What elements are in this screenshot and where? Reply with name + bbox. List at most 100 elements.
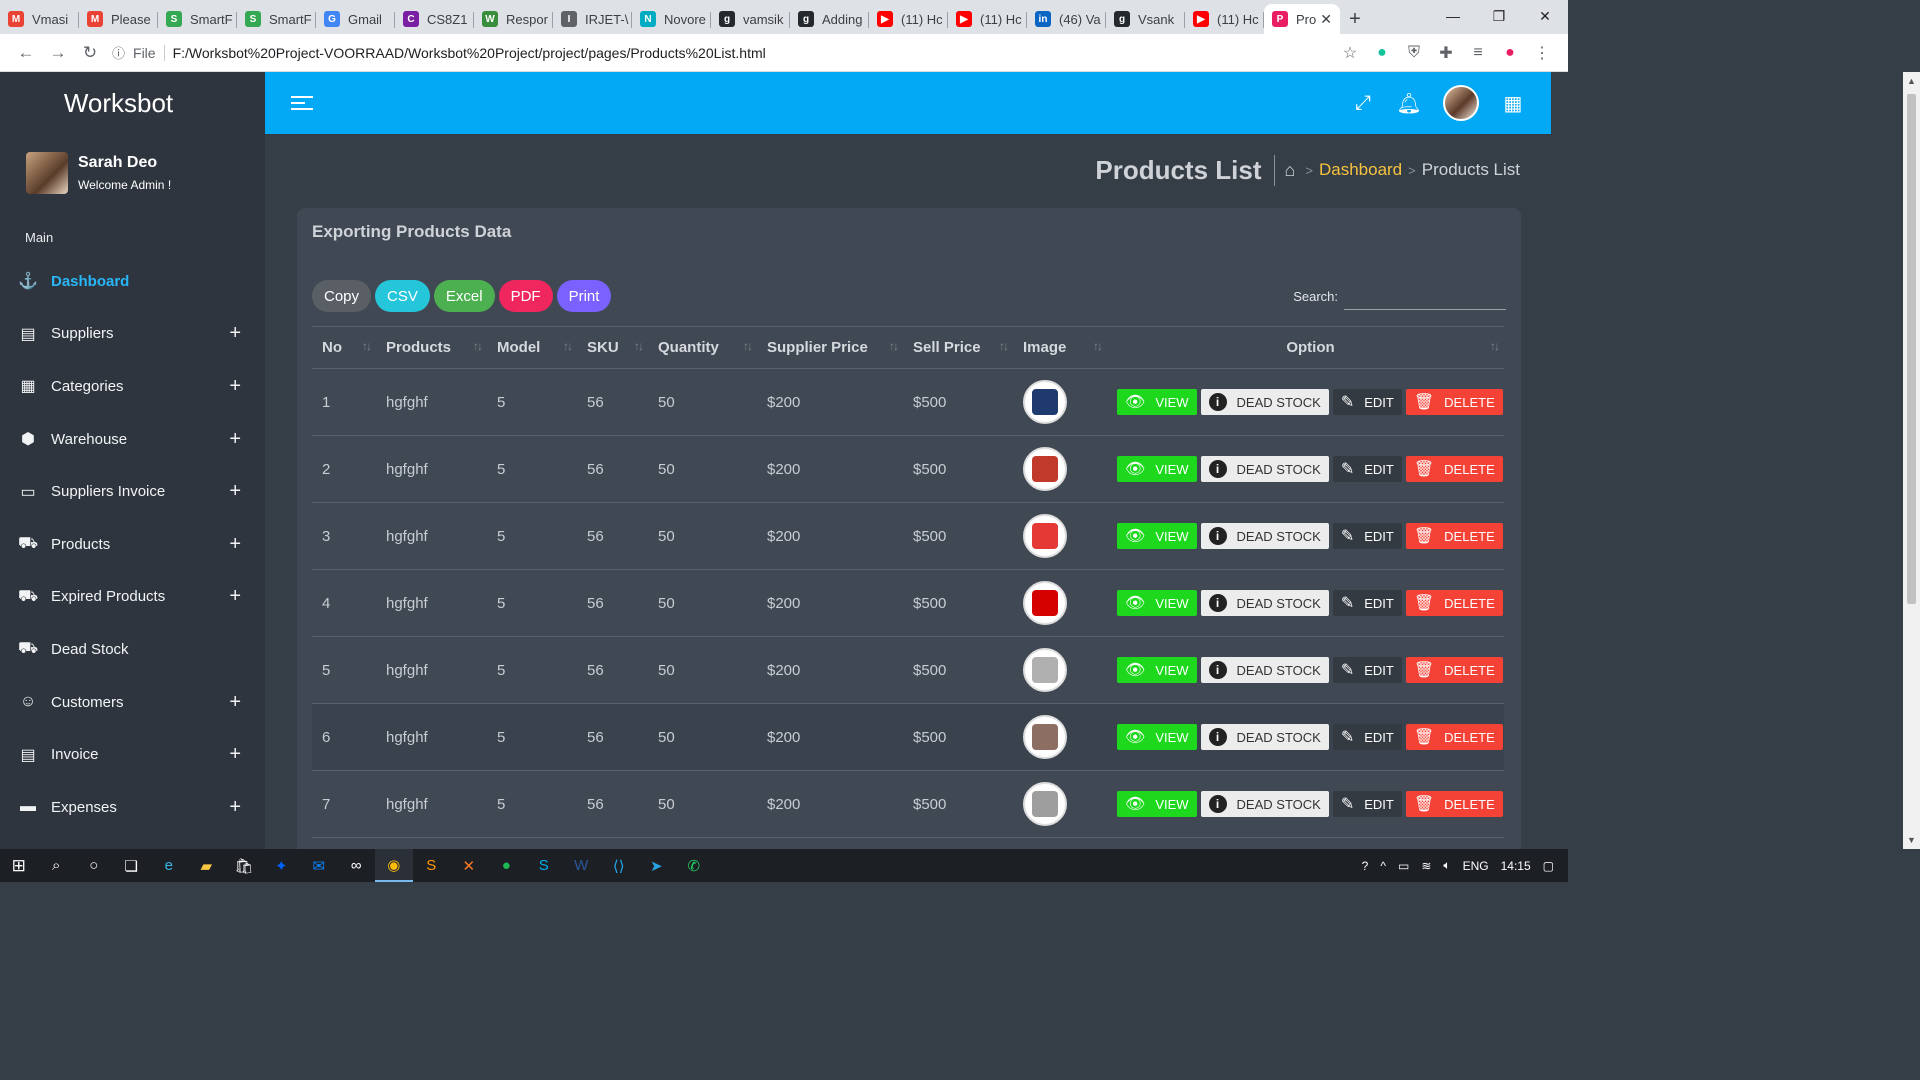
expand-plus-icon[interactable]: + <box>229 322 241 345</box>
sort-arrows-icon[interactable]: ↑↓ <box>743 339 753 353</box>
delete-button[interactable]: 🗑︎ DELETE <box>1405 523 1503 549</box>
column-header-image[interactable]: Image ↑↓ <box>1013 326 1107 369</box>
help-icon[interactable]: ? <box>1362 859 1369 873</box>
profile-icon[interactable]: ● <box>1494 37 1526 69</box>
chevron-up-icon[interactable]: ^ <box>1380 859 1386 873</box>
expand-plus-icon[interactable]: + <box>229 691 241 714</box>
dead-stock-button[interactable]: i DEAD STOCK <box>1200 456 1329 482</box>
sidebar-item-dashboard[interactable]: ⚓ Dashboard <box>0 255 265 308</box>
sidebar-item-expenses[interactable]: ▬ Expenses + <box>0 781 265 834</box>
edit-button[interactable]: ✎ EDIT <box>1332 724 1402 750</box>
browser-tab[interactable]: C CS8Z1 <box>395 4 474 34</box>
sublime-icon[interactable]: S <box>413 849 451 882</box>
expand-plus-icon[interactable]: + <box>229 585 241 608</box>
product-thumbnail[interactable] <box>1023 715 1067 759</box>
browser-tab[interactable]: W Respor <box>474 4 553 34</box>
product-thumbnail[interactable] <box>1023 581 1067 625</box>
product-thumbnail[interactable] <box>1023 648 1067 692</box>
sort-arrows-icon[interactable]: ↑↓ <box>634 339 644 353</box>
close-window-icon[interactable]: ✕ <box>1522 0 1568 32</box>
sort-arrows-icon[interactable]: ↑↓ <box>362 339 372 353</box>
dead-stock-button[interactable]: i DEAD STOCK <box>1200 657 1329 683</box>
browser-tab[interactable]: I IRJET-\ <box>553 4 632 34</box>
column-header-sell-price[interactable]: Sell Price ↑↓ <box>903 326 1013 369</box>
product-thumbnail[interactable] <box>1023 380 1067 424</box>
breadcrumb-dashboard-link[interactable]: Dashboard <box>1319 160 1402 180</box>
edit-button[interactable]: ✎ EDIT <box>1332 523 1402 549</box>
sort-arrows-icon[interactable]: ↑↓ <box>889 339 899 353</box>
column-header-quantity[interactable]: Quantity ↑↓ <box>648 326 757 369</box>
store-icon[interactable]: 🛍︎ <box>225 849 263 882</box>
dead-stock-button[interactable]: i DEAD STOCK <box>1200 590 1329 616</box>
maximize-icon[interactable]: ❐ <box>1476 0 1522 32</box>
product-thumbnail[interactable] <box>1023 782 1067 826</box>
expand-plus-icon[interactable]: + <box>229 533 241 556</box>
edge-icon[interactable]: e <box>150 849 188 882</box>
sidebar-item-categories[interactable]: ▦ Categories + <box>0 360 265 413</box>
browser-tab[interactable]: g Adding <box>790 4 869 34</box>
bell-icon[interactable]: 🔔︎ <box>1396 91 1421 115</box>
new-tab-button[interactable]: + <box>1340 4 1370 34</box>
view-button[interactable]: 👁︎ VIEW <box>1117 523 1197 549</box>
expand-plus-icon[interactable]: + <box>229 480 241 503</box>
column-header-no[interactable]: No ↑↓ <box>312 326 376 369</box>
dead-stock-button[interactable]: i DEAD STOCK <box>1200 724 1329 750</box>
column-header-model[interactable]: Model ↑↓ <box>487 326 577 369</box>
edit-button[interactable]: ✎ EDIT <box>1332 590 1402 616</box>
view-button[interactable]: 👁︎ VIEW <box>1117 724 1197 750</box>
sidebar-item-dead-stock[interactable]: ⛟ Dead Stock <box>0 623 265 676</box>
browser-tab[interactable]: S SmartF <box>158 4 237 34</box>
reading-list-icon[interactable]: ≡ <box>1462 37 1494 69</box>
sidebar-item-products[interactable]: ⛟ Products + <box>0 518 265 571</box>
infinity-app-icon[interactable]: ∞ <box>338 849 376 882</box>
windows-start-icon[interactable]: ⊞ <box>0 849 38 882</box>
battery-icon[interactable]: ▭ <box>1398 859 1409 873</box>
mail-icon[interactable]: ✉ <box>300 849 338 882</box>
browser-tab[interactable]: S SmartF <box>237 4 316 34</box>
scroll-down-icon[interactable]: ▼ <box>1907 835 1916 845</box>
view-button[interactable]: 👁︎ VIEW <box>1117 791 1197 817</box>
bookmark-star-icon[interactable]: ☆ <box>1334 37 1366 69</box>
browser-tab[interactable]: M Please <box>79 4 158 34</box>
column-header-products[interactable]: Products ↑↓ <box>376 326 487 369</box>
browser-tab[interactable]: ▶ (11) Hc <box>948 4 1027 34</box>
sidebar-item-suppliers-invoice[interactable]: ▭ Suppliers Invoice + <box>0 465 265 518</box>
fullscreen-icon[interactable]: ⤢ <box>1351 91 1375 115</box>
product-thumbnail[interactable] <box>1023 514 1067 558</box>
sort-arrows-icon[interactable]: ↑↓ <box>999 339 1009 353</box>
file-explorer-icon[interactable]: ▰ <box>188 849 226 882</box>
column-header-supplier-price[interactable]: Supplier Price ↑↓ <box>757 326 903 369</box>
scrollbar-thumb[interactable] <box>1907 94 1916 604</box>
apps-grid-icon[interactable]: ▦ <box>1501 91 1525 115</box>
delete-button[interactable]: 🗑︎ DELETE <box>1405 456 1503 482</box>
edit-button[interactable]: ✎ EDIT <box>1332 456 1402 482</box>
dead-stock-button[interactable]: i DEAD STOCK <box>1200 523 1329 549</box>
browser-tab[interactable]: G Gmail <box>316 4 395 34</box>
sort-arrows-icon[interactable]: ↑↓ <box>473 339 483 353</box>
browser-tab[interactable]: N Novore <box>632 4 711 34</box>
grammarly-icon[interactable]: ● <box>1366 37 1398 69</box>
sort-arrows-icon[interactable]: ↑↓ <box>1093 339 1103 353</box>
expand-plus-icon[interactable]: + <box>229 743 241 766</box>
header-avatar[interactable] <box>1443 85 1479 121</box>
notifications-icon[interactable]: ▢ <box>1543 859 1554 873</box>
view-button[interactable]: 👁︎ VIEW <box>1117 389 1197 415</box>
extensions-icon[interactable]: ✚ <box>1430 37 1462 69</box>
page-scrollbar[interactable]: ▲ ▼ <box>1903 72 1920 849</box>
minimize-icon[interactable]: — <box>1430 0 1476 32</box>
column-header-option[interactable]: Option ↑↓ <box>1107 326 1504 369</box>
product-thumbnail[interactable] <box>1023 447 1067 491</box>
browser-tab[interactable]: ▶ (11) Hc <box>869 4 948 34</box>
browser-tab[interactable]: in (46) Va <box>1027 4 1106 34</box>
cortana-icon[interactable]: ○ <box>75 849 113 882</box>
reload-icon[interactable]: ↻ <box>74 37 106 69</box>
delete-button[interactable]: 🗑︎ DELETE <box>1405 590 1503 616</box>
user-profile[interactable]: Sarah Deo Welcome Admin ! <box>0 134 265 212</box>
view-button[interactable]: 👁︎ VIEW <box>1117 456 1197 482</box>
sidebar-item-invoice[interactable]: ▤ Invoice + <box>0 728 265 781</box>
view-button[interactable]: 👁︎ VIEW <box>1117 590 1197 616</box>
export-print-button[interactable]: Print <box>556 280 612 312</box>
column-header-sku[interactable]: SKU ↑↓ <box>577 326 648 369</box>
expand-plus-icon[interactable]: + <box>229 428 241 451</box>
close-tab-icon[interactable]: ✕ <box>1320 11 1332 28</box>
